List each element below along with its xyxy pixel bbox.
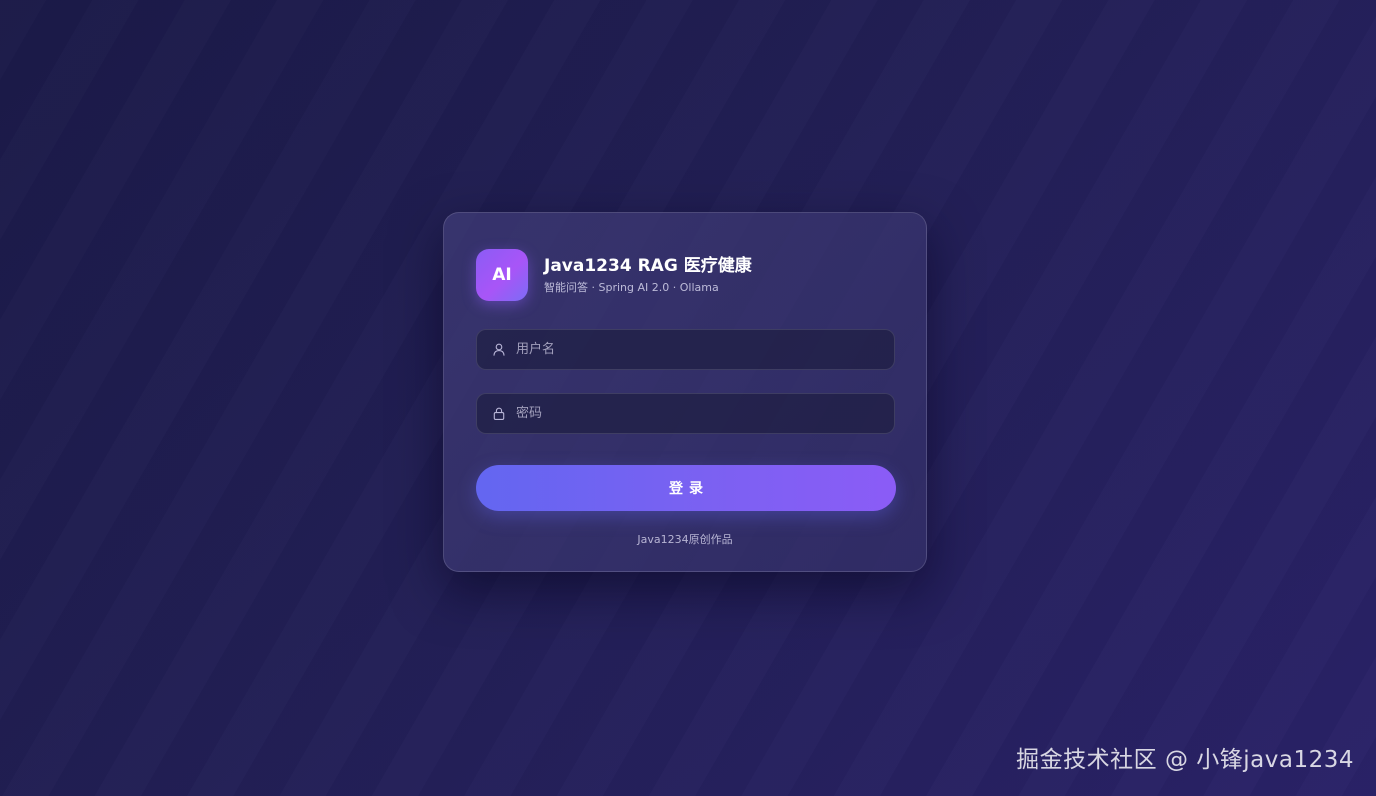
password-input[interactable] xyxy=(514,393,894,434)
login-card: AI Java1234 RAG 医疗健康 智能问答 · Spring AI 2.… xyxy=(443,212,927,572)
lock-icon xyxy=(492,407,506,421)
user-icon xyxy=(492,343,506,357)
footer-credit: Java1234原创作品 xyxy=(637,533,733,546)
username-input[interactable] xyxy=(514,329,894,370)
username-field[interactable] xyxy=(476,329,895,370)
brand-header: AI Java1234 RAG 医疗健康 智能问答 · Spring AI 2.… xyxy=(476,249,752,301)
brand-text: Java1234 RAG 医疗健康 智能问答 · Spring AI 2.0 ·… xyxy=(544,255,752,295)
watermark: 掘金技术社区 @ 小锋java1234 xyxy=(1016,747,1354,773)
app-title: Java1234 RAG 医疗健康 xyxy=(544,256,752,276)
app-logo: AI xyxy=(476,249,528,301)
app-subtitle: 智能问答 · Spring AI 2.0 · Ollama xyxy=(544,281,719,294)
password-field[interactable] xyxy=(476,393,895,434)
login-button[interactable]: 登录 xyxy=(476,465,896,511)
